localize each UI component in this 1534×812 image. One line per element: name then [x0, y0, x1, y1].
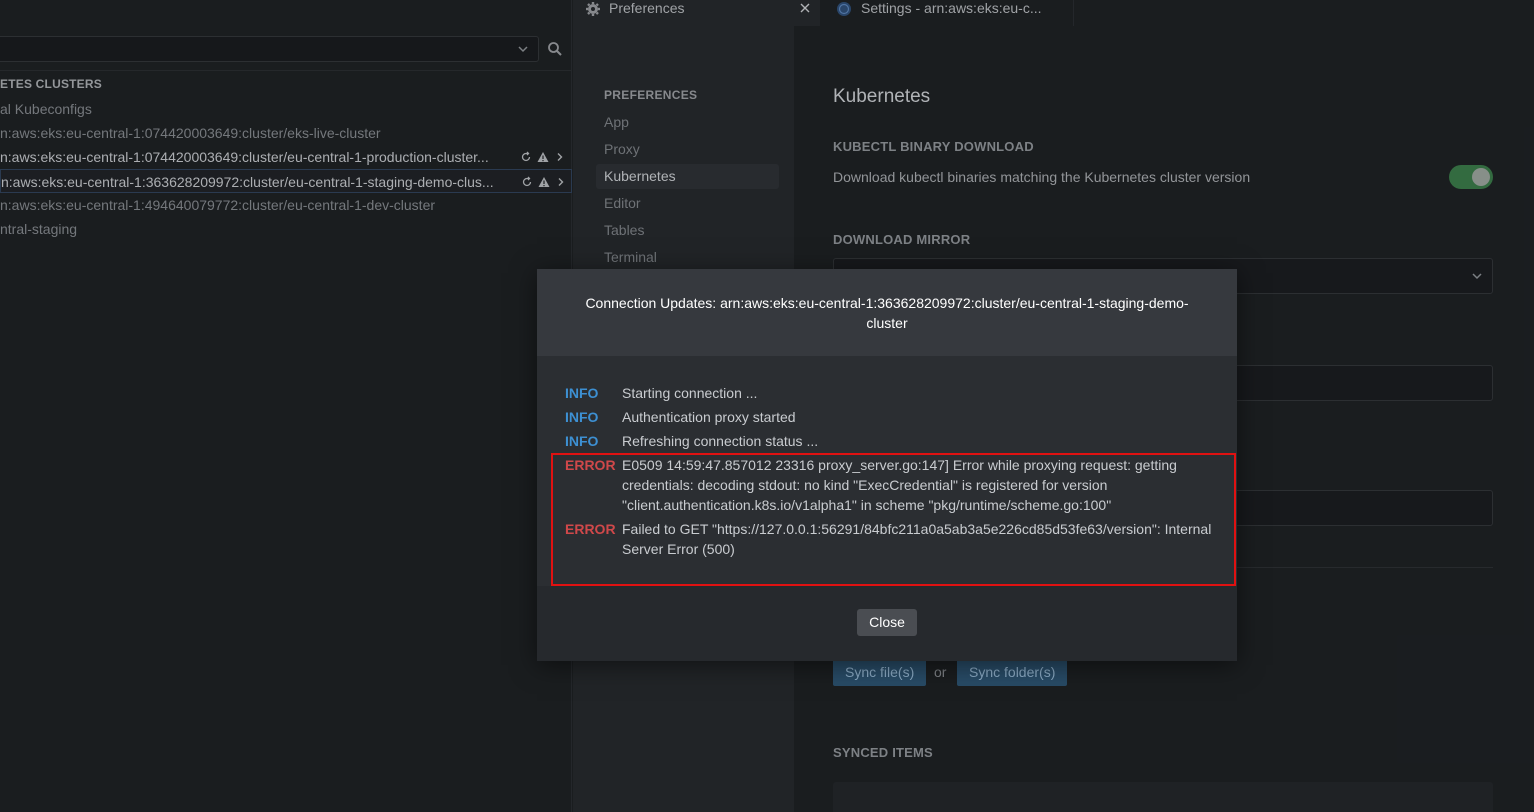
connection-updates-dialog: Connection Updates: arn:aws:eks:eu-centr…	[537, 269, 1237, 661]
close-button[interactable]: Close	[857, 609, 917, 636]
dialog-title: Connection Updates: arn:aws:eks:eu-centr…	[537, 269, 1237, 356]
log-message: Authentication proxy started	[622, 409, 796, 425]
dialog-footer: Close	[537, 586, 1237, 661]
log-level: INFO	[565, 409, 599, 425]
log-level: INFO	[565, 433, 599, 449]
log-list: INFO Starting connection ... INFO Authen…	[537, 356, 1237, 586]
log-level: INFO	[565, 385, 599, 401]
log-message: Starting connection ...	[622, 385, 758, 401]
log-message: Refreshing connection status ...	[622, 433, 819, 449]
error-highlight-box	[551, 453, 1236, 586]
